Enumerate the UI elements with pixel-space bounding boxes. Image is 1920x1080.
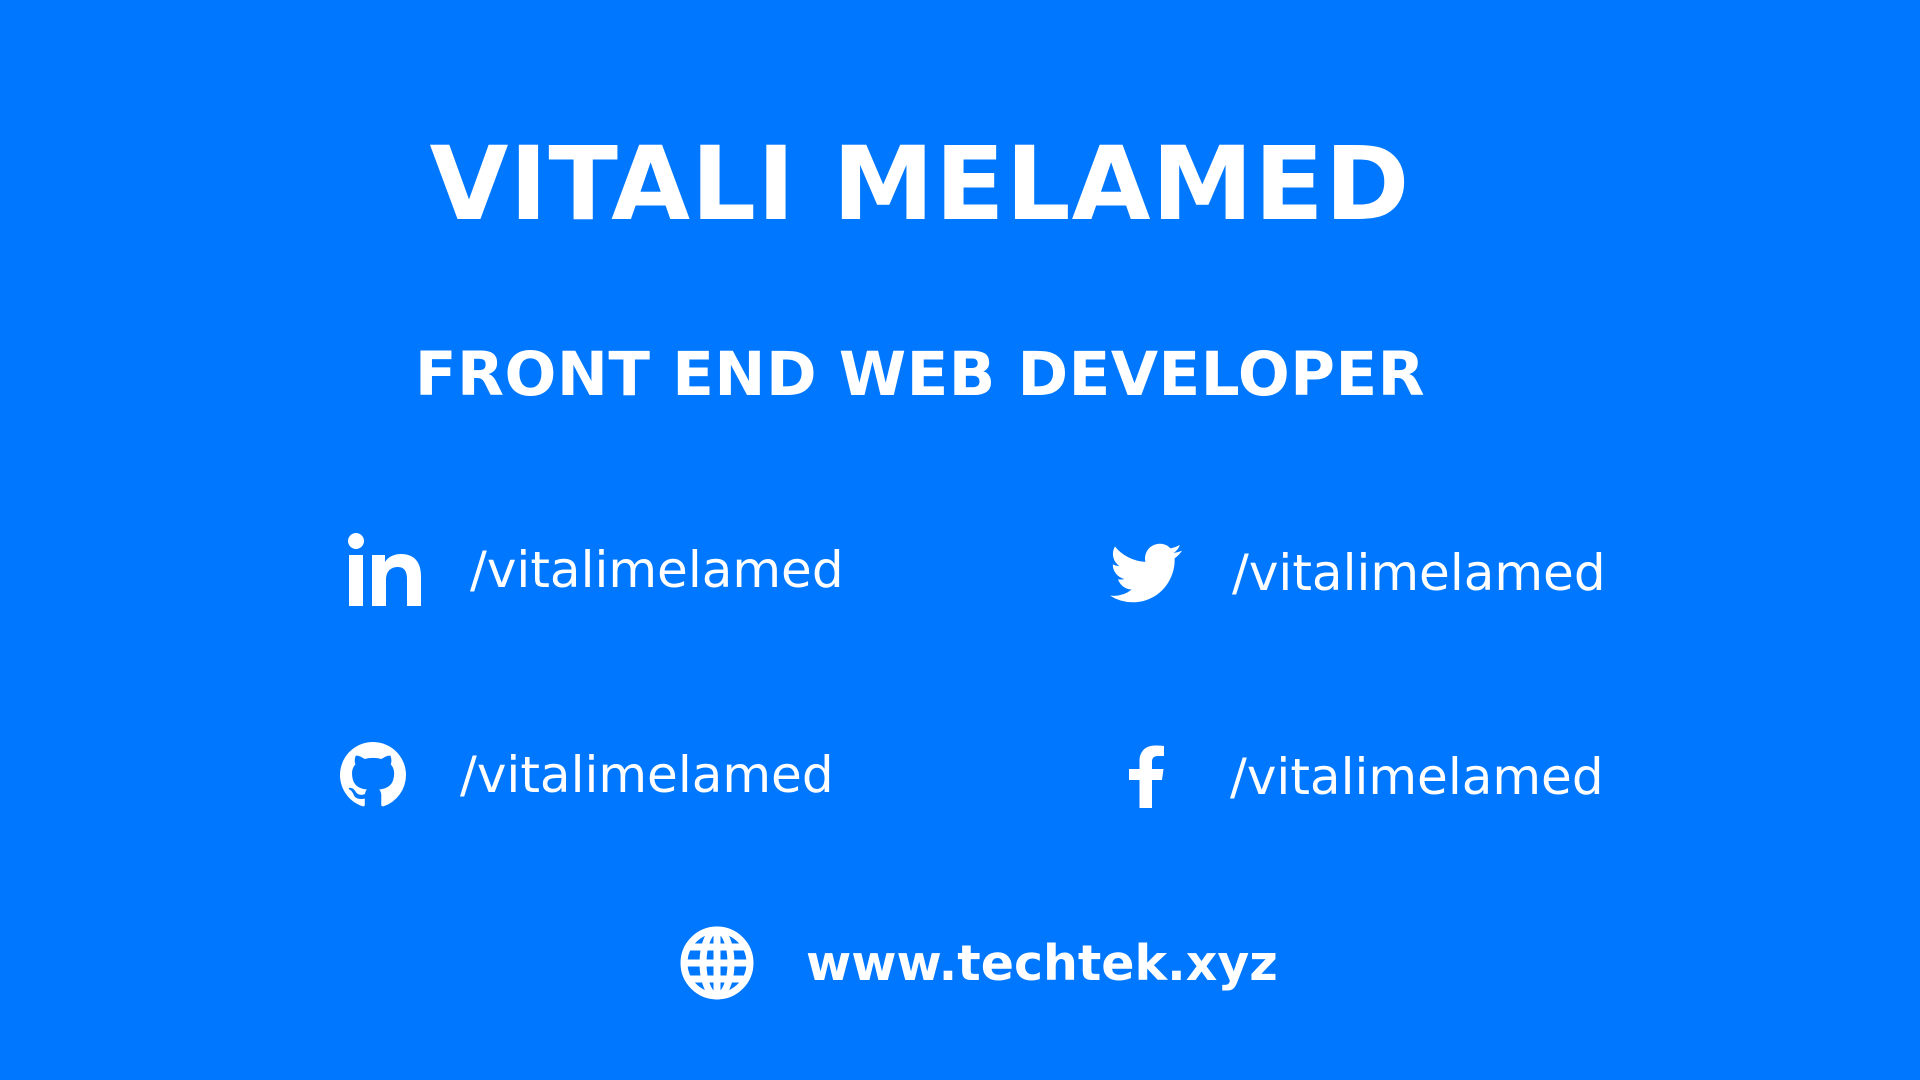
linkedin-handle: /vitalimelamed	[470, 541, 844, 599]
twitter-handle: /vitalimelamed	[1232, 544, 1606, 602]
facebook-handle: /vitalimelamed	[1230, 747, 1604, 806]
facebook-icon	[1127, 745, 1165, 808]
page-title: VITALI MELAMED	[429, 125, 1411, 244]
github-handle: /vitalimelamed	[460, 746, 834, 804]
twitter-link[interactable]: /vitalimelamed	[1102, 537, 1606, 609]
job-title: FRONT END WEB DEVELOPER	[414, 339, 1426, 410]
twitter-icon	[1102, 537, 1190, 609]
github-icon	[340, 742, 406, 808]
linkedin-link[interactable]: /vitalimelamed	[348, 533, 844, 607]
linkedin-icon	[348, 533, 422, 607]
website-link[interactable]: www.techtek.xyz	[680, 926, 1278, 1000]
globe-icon	[680, 926, 754, 1000]
facebook-link[interactable]: /vitalimelamed	[1127, 745, 1604, 808]
github-link[interactable]: /vitalimelamed	[340, 742, 834, 808]
website-url: www.techtek.xyz	[806, 934, 1278, 992]
